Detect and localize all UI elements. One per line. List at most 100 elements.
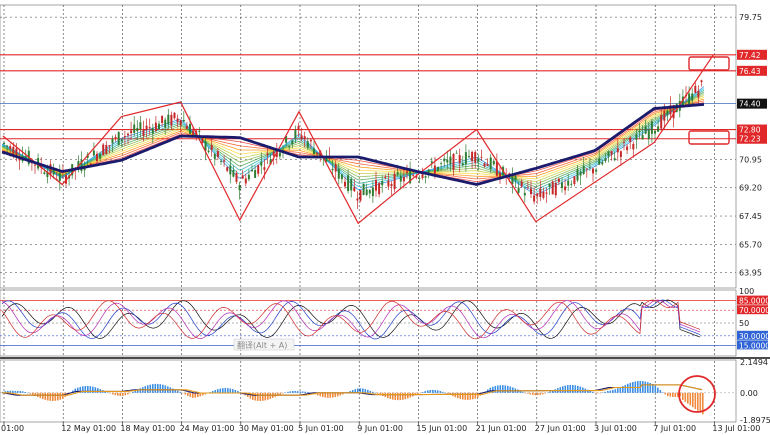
candle-body — [623, 141, 625, 143]
macd-bar — [334, 392, 337, 398]
macd-bar — [497, 385, 499, 393]
time-label: 24 May 01:00 — [180, 424, 235, 433]
candle-body — [688, 93, 691, 105]
candle-body — [440, 163, 443, 165]
candle-body — [691, 93, 694, 101]
candle-body — [480, 156, 483, 158]
macd-bar — [659, 389, 662, 393]
candle-body — [619, 151, 622, 158]
candle-body — [294, 130, 297, 139]
macd-bar — [669, 392, 672, 397]
macd-bar — [152, 384, 154, 393]
candle-body — [154, 122, 157, 131]
oscillator-label: 50 — [739, 319, 749, 328]
macd-bar — [672, 392, 674, 397]
macd-bar — [699, 392, 702, 413]
macd-bar — [697, 392, 699, 411]
candle-body — [644, 126, 647, 134]
macd-bar — [302, 391, 304, 393]
macd-bar — [444, 392, 447, 394]
candle-body — [638, 130, 641, 132]
macd-bar — [227, 388, 229, 393]
macd-bar — [527, 392, 529, 394]
candle-body — [24, 156, 27, 159]
candle-body — [700, 80, 703, 83]
macd-bar — [14, 390, 17, 393]
macd-bar — [262, 392, 264, 401]
candle-body — [666, 110, 669, 116]
macd-bar — [322, 392, 324, 398]
oscillator-label: 15.0000 — [739, 341, 770, 350]
candle-body — [251, 169, 253, 172]
candle-body — [353, 187, 356, 192]
macd-bar — [434, 390, 437, 393]
macd-bar — [462, 392, 464, 400]
macd-bar — [369, 390, 372, 393]
oscillator-label: 70.0000 — [739, 306, 770, 315]
macd-bar — [627, 383, 629, 393]
candle-body — [117, 132, 120, 146]
macd-bar — [662, 392, 664, 393]
candle-body — [365, 189, 368, 196]
macd-bar — [232, 389, 234, 393]
macd-bar — [427, 390, 429, 393]
macd-bar — [112, 392, 114, 395]
candle-body — [483, 163, 486, 167]
candle-body — [331, 168, 334, 171]
candle-body — [254, 170, 257, 178]
candle-body — [306, 141, 309, 148]
macd-bar — [522, 391, 524, 393]
candle-body — [579, 171, 582, 176]
macd-bar — [132, 391, 134, 393]
price-label: 79.75 — [739, 13, 762, 22]
macd-bar — [694, 392, 697, 409]
macd-bar — [154, 383, 157, 393]
candle-body — [570, 183, 573, 185]
chart-window[interactable]: 翻译(Alt + A) 79.75 70.95 69.20 67.45 65.70 63.… — [0, 0, 770, 435]
macd-bar — [579, 386, 582, 393]
macd-bar — [499, 385, 502, 393]
macd-bar — [594, 392, 597, 394]
macd-bar — [597, 392, 599, 394]
candle-body — [650, 121, 653, 134]
candle-body — [96, 153, 98, 161]
candle-body — [9, 146, 12, 150]
level-tag-label: 72.80 — [739, 126, 761, 135]
macd-bar — [257, 392, 259, 401]
macd-bar — [359, 388, 362, 393]
macd-bar — [229, 388, 232, 393]
candle-body — [424, 176, 427, 178]
macd-bar — [454, 392, 457, 398]
candle-body — [216, 151, 219, 157]
macd-bar — [149, 384, 152, 393]
candle-body — [6, 145, 9, 147]
macd-bar — [402, 392, 404, 400]
macd-bar — [372, 391, 374, 393]
chart-background — [0, 0, 770, 435]
time-label: 30 May 01:00 — [239, 424, 294, 433]
macd-bar — [179, 391, 182, 393]
translate-tooltip[interactable]: 翻译(Alt + A) — [233, 338, 295, 351]
candle-body — [334, 164, 337, 172]
macd-bar — [532, 392, 534, 395]
chart-canvas[interactable]: 翻译(Alt + A) 79.75 70.95 69.20 67.45 65.70 63.… — [0, 0, 770, 435]
macd-bar — [59, 392, 62, 400]
candle-body — [192, 130, 195, 135]
macd-bar — [534, 392, 537, 396]
candle-body — [300, 135, 303, 139]
macd-bar — [692, 392, 694, 408]
candle-body — [356, 198, 359, 201]
macd-bar — [122, 392, 124, 396]
macd-bar — [159, 384, 162, 393]
candle-body — [142, 130, 145, 137]
time-label: 15 Jun 01:00 — [416, 424, 467, 433]
candle-body — [170, 114, 173, 126]
candle-body — [437, 166, 439, 171]
candle-body — [573, 176, 576, 185]
candle-body — [576, 169, 579, 181]
macd-bar — [54, 392, 57, 401]
macd-bar — [644, 381, 647, 393]
macd-bar — [609, 390, 612, 393]
candle-body — [164, 119, 167, 128]
candle-body — [263, 167, 266, 170]
